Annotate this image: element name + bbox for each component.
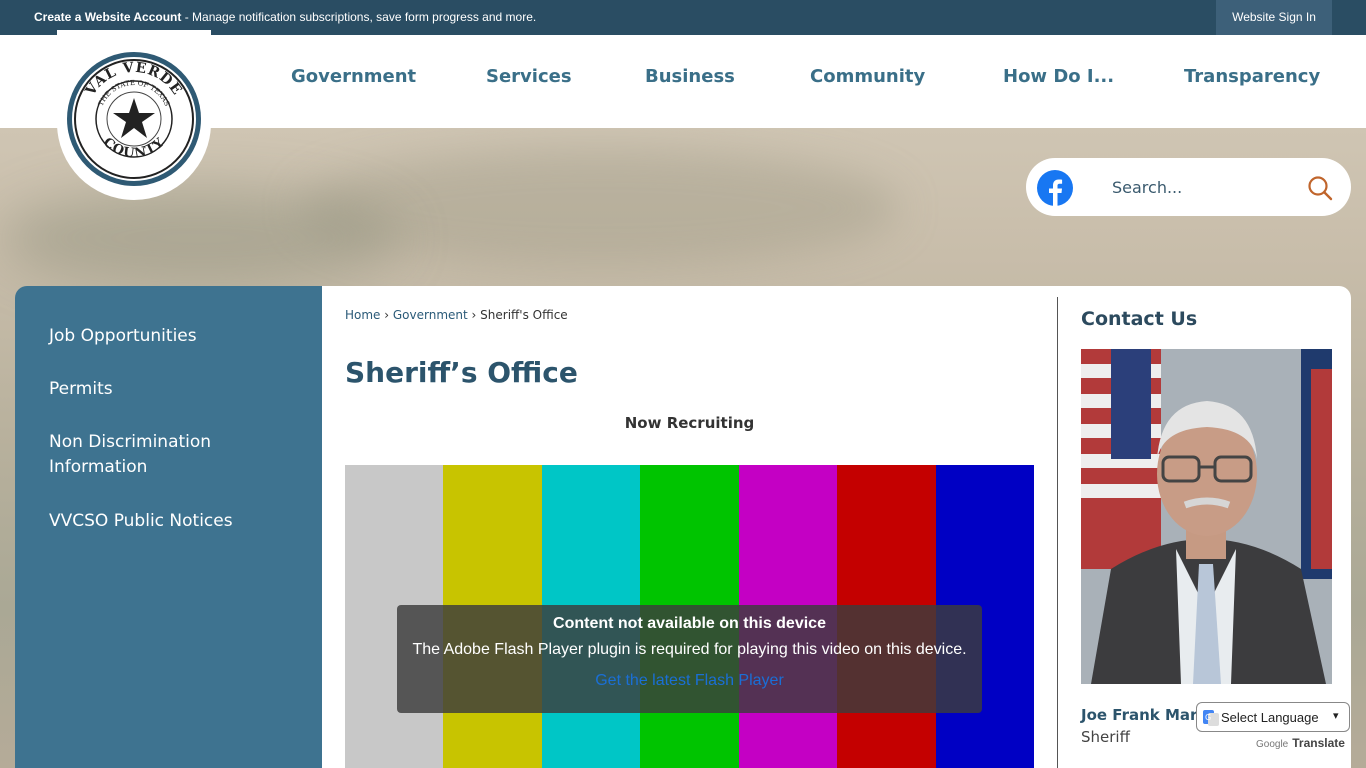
county-seal-icon: VAL VERDE COUNTY THE STATE OF TEXAS [67, 52, 201, 186]
county-seal-logo[interactable]: VAL VERDE COUNTY THE STATE OF TEXAS [57, 30, 211, 200]
account-description: - Manage notification subscriptions, sav… [181, 10, 537, 24]
breadcrumb-separator: › [380, 308, 393, 322]
powered-by-google: Google Translate [1256, 736, 1345, 750]
account-message: Create a Website Account - Manage notifi… [34, 10, 536, 24]
breadcrumb: Home › Government › Sheriff's Office [345, 308, 568, 322]
language-select[interactable]: G Select Language ▾ [1196, 702, 1350, 732]
breadcrumb-current: Sheriff's Office [480, 308, 568, 322]
page-title: Sheriff’s Office [345, 356, 578, 389]
now-recruiting-heading: Now Recruiting [624, 414, 755, 432]
nav-government[interactable]: Government [291, 66, 416, 87]
svg-text:G: G [1205, 713, 1211, 722]
create-account-link[interactable]: Create a Website Account [34, 10, 181, 24]
sidebar-item-job-opportunities[interactable]: Job Opportunities [49, 324, 299, 349]
search-button[interactable] [1304, 172, 1336, 204]
content-divider [1057, 297, 1058, 768]
facebook-link[interactable] [1030, 163, 1080, 213]
sidebar-item-permits[interactable]: Permits [49, 377, 299, 402]
flash-notice: Content not available on this device The… [397, 605, 982, 713]
breadcrumb-government[interactable]: Government [393, 308, 468, 322]
contact-role: Sheriff [1081, 728, 1130, 746]
sidebar-item-public-notices[interactable]: VVCSO Public Notices [49, 509, 299, 534]
flash-notice-text: The Adobe Flash Player plugin is require… [412, 641, 967, 658]
sign-in-button[interactable]: Website Sign In [1216, 0, 1332, 35]
hero-texture [0, 188, 400, 288]
contact-us-heading: Contact Us [1081, 308, 1198, 330]
breadcrumb-home[interactable]: Home [345, 308, 380, 322]
sidebar-item-non-discrimination[interactable]: Non Discrimination Information [49, 430, 299, 480]
nav-transparency[interactable]: Transparency [1184, 66, 1320, 87]
nav-services[interactable]: Services [486, 66, 572, 87]
get-flash-player-link[interactable]: Get the latest Flash Player [397, 672, 982, 690]
language-select-label: Select Language [1221, 710, 1319, 725]
search-icon [1308, 176, 1333, 201]
sheriff-portrait-image [1081, 349, 1332, 684]
chevron-down-icon: ▾ [1333, 710, 1339, 722]
flash-notice-title: Content not available on this device [553, 615, 826, 632]
google-wordmark: Google [1256, 739, 1289, 750]
nav-business[interactable]: Business [645, 66, 735, 87]
google-translate-icon: G [1203, 710, 1219, 726]
facebook-icon [1037, 170, 1073, 206]
sheriff-photo [1081, 349, 1332, 684]
nav-how-do-i[interactable]: How Do I... [1003, 66, 1114, 87]
breadcrumb-separator: › [467, 308, 481, 322]
sidebar-nav: Job Opportunities Permits Non Discrimina… [15, 286, 322, 768]
search-input[interactable] [1100, 168, 1290, 206]
nav-community[interactable]: Community [810, 66, 925, 87]
contact-name[interactable]: Joe Frank Mar [1081, 706, 1197, 724]
translate-link[interactable]: Translate [1292, 736, 1345, 750]
